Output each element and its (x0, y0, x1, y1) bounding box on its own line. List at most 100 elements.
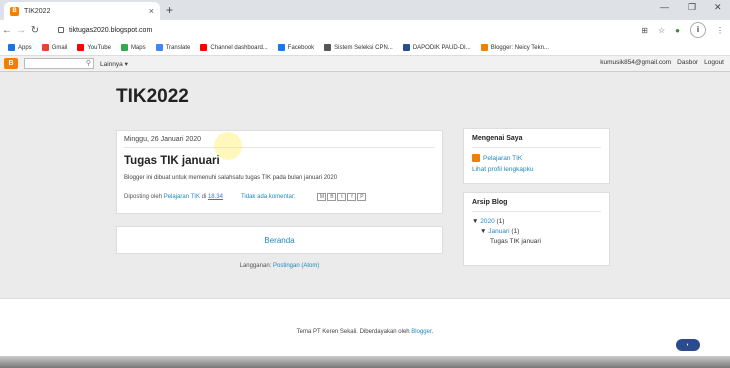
share-buttons: M B t f P (317, 193, 367, 201)
back-icon[interactable]: ← (0, 25, 14, 36)
footer-text-line: Tema PT Keren Sekali. Diberdayakan oleh … (0, 329, 730, 335)
blog-title[interactable]: TIK2022 (116, 86, 189, 108)
forward-icon[interactable]: → (14, 25, 28, 36)
tab-close-icon[interactable]: × (149, 6, 154, 16)
user-email: kumusik854@gmail.com (600, 59, 672, 66)
browser-tab[interactable]: B TIK2022 × (4, 2, 160, 20)
minimize-icon[interactable]: — (660, 2, 669, 12)
lock-icon (58, 27, 64, 33)
search-icon[interactable]: ⚲ (86, 59, 91, 67)
comments-link[interactable]: Tidak ada komentar: (241, 194, 295, 200)
bookmark-icon (41, 44, 49, 51)
blogger-favicon-icon: B (10, 6, 19, 16)
blogger-profile-icon (472, 154, 480, 162)
archive-title: Arsip Blog (472, 199, 601, 212)
expand-arrow-icon[interactable]: ▼ (480, 228, 486, 235)
archive-year-count: (1) (496, 218, 505, 225)
tab-title: TIK2022 (24, 7, 51, 15)
post-body: Blogger ini dibuat untuk memenuhi salahs… (124, 175, 338, 181)
profile-avatar[interactable]: i (690, 22, 706, 38)
bookmark-item[interactable]: Maps (120, 44, 146, 51)
bookmark-item[interactable]: DAPODIK PAUD-DI... (402, 44, 471, 51)
atom-feed-link[interactable]: Postingan (Atom) (273, 263, 319, 269)
twitter-share-icon[interactable]: t (337, 193, 347, 201)
bookmark-icon (8, 44, 15, 51)
archive-year: ▼ 2020 (1) (472, 218, 601, 225)
bookmark-icon (155, 44, 163, 51)
bottom-shade (0, 356, 730, 368)
logout-link[interactable]: Logout (704, 59, 724, 66)
blogger-logo-icon[interactable]: B (4, 58, 18, 69)
browser-tab-bar: B TIK2022 × + — ❐ ✕ (0, 0, 730, 20)
about-widget: Mengenai Saya Pelajaran TIK Lihat profil… (463, 128, 610, 184)
dashboard-link[interactable]: Dasbor (677, 59, 698, 66)
bookmark-label: Facebook (287, 44, 315, 51)
footer-period: . (431, 329, 434, 335)
bookmark-icon (200, 44, 208, 51)
post-time-link[interactable]: 18.34 (208, 194, 223, 200)
restore-icon[interactable]: ❐ (688, 2, 696, 13)
new-tab-button[interactable]: + (166, 3, 173, 17)
more-menu[interactable]: Lainnya ▾ (100, 60, 128, 68)
bookmark-label: Blogger: Neicy Tekn... (490, 44, 549, 51)
blogger-footer-link[interactable]: Blogger (411, 329, 431, 335)
bookmark-item[interactable]: Blogger: Neicy Tekn... (480, 44, 549, 51)
menu-icon[interactable]: ⋮ (716, 26, 724, 35)
bookmark-item[interactable]: Sistem Seleksi CPN... (324, 44, 393, 51)
archive-post-link[interactable]: Tugas TIK januari (472, 238, 601, 245)
bookmark-item[interactable]: Facebook (277, 44, 315, 51)
archive-month-count: (1) (511, 228, 520, 235)
footer-text: Tema PT Keren Sekali. Diberdayakan oleh (296, 329, 410, 335)
profile-name-link[interactable]: Pelajaran TIK (483, 155, 522, 162)
facebook-share-icon[interactable]: f (347, 193, 357, 201)
window-close-icon[interactable]: ✕ (714, 2, 722, 13)
expand-arrow-icon[interactable]: ▼ (472, 218, 478, 225)
blogger-navbar: B ⚲ Lainnya ▾ kumusik854@gmail.com Dasbo… (0, 56, 730, 72)
bookmark-label: Apps (18, 44, 32, 51)
bookmark-item[interactable]: Translate (155, 44, 190, 51)
star-icon[interactable]: ☆ (658, 26, 665, 35)
bookmark-icon (77, 44, 85, 51)
author-link[interactable]: Pelajaran TIK (164, 194, 200, 200)
archive-month-link[interactable]: Januari (488, 228, 509, 235)
bookmark-label: Maps (130, 44, 146, 51)
archive-widget: Arsip Blog ▼ 2020 (1) ▼ Januari (1) Tuga… (463, 192, 610, 266)
bookmark-icon (480, 44, 488, 51)
browser-nav-bar: ← → ↻ tiktugas2020.blogspot.com ⊞ ☆ ● i … (0, 20, 730, 40)
blog-search-input[interactable]: ⚲ (24, 58, 94, 69)
bookmark-icon (120, 44, 128, 51)
full-profile-link[interactable]: Lihat profil lengkapku (472, 166, 601, 173)
posted-by-label: Diposting oleh (124, 194, 163, 200)
blog-this-icon[interactable]: B (327, 193, 337, 201)
bookmark-icon (402, 44, 410, 51)
pinterest-share-icon[interactable]: P (357, 193, 367, 201)
bookmark-item[interactable]: Apps (8, 44, 32, 51)
archive-year-link[interactable]: 2020 (480, 218, 494, 225)
bookmark-label: DAPODIK PAUD-DI... (412, 44, 471, 51)
bookmarks-bar: Apps Gmail YouTube Maps Translate Channel das… (0, 40, 730, 56)
post-card: Minggu, 26 Januari 2020 Tugas TIK januar… (116, 130, 443, 214)
bookmark-label: Channel dashboard... (210, 44, 268, 51)
at-label: di (201, 194, 207, 200)
home-link[interactable]: Beranda (116, 226, 443, 254)
bookmark-label: Gmail (51, 44, 68, 51)
bookmark-item[interactable]: Channel dashboard... (200, 44, 268, 51)
post-date: Minggu, 26 Januari 2020 (124, 136, 435, 148)
post-title[interactable]: Tugas TIK januari (124, 155, 435, 167)
cursor-highlight (214, 132, 242, 160)
post-footer: Diposting oleh Pelajaran TIK di 18.34 Ti… (124, 193, 435, 201)
bookmark-label: YouTube (87, 44, 111, 51)
bookmark-item[interactable]: YouTube (77, 44, 111, 51)
about-title: Mengenai Saya (472, 135, 601, 148)
translate-icon[interactable]: ⊞ (641, 26, 648, 35)
bookmark-icon (277, 44, 285, 51)
address-bar[interactable]: tiktugas2020.blogspot.com (58, 23, 152, 37)
bookmark-icon (324, 44, 332, 51)
bookmark-item[interactable]: Gmail (41, 44, 68, 51)
reload-icon[interactable]: ↻ (28, 25, 42, 36)
email-share-icon[interactable]: M (317, 193, 327, 201)
badge-icon[interactable]: ◐ (676, 339, 700, 351)
subscribe-label: Langganan: (239, 263, 272, 269)
archive-month: ▼ Januari (1) (472, 228, 601, 235)
extension-icon[interactable]: ● (675, 26, 680, 35)
